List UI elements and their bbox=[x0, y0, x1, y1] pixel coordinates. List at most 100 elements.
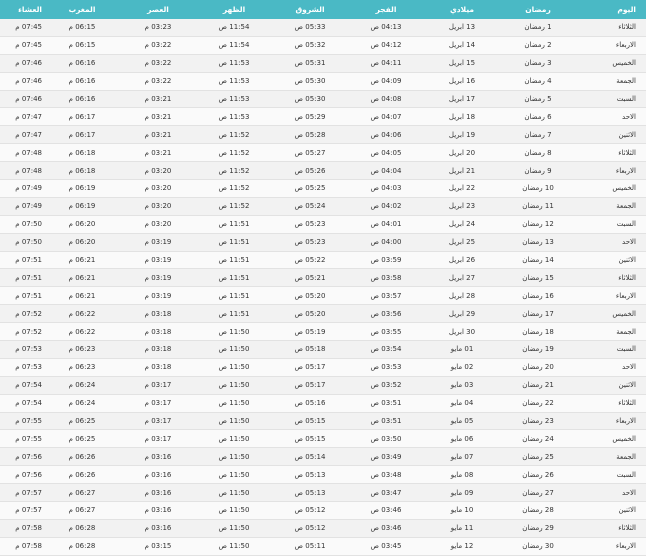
cell-fajr: 03:52 ص bbox=[370, 381, 402, 390]
cell-maghrib: 06:16 م bbox=[68, 77, 96, 86]
cell-ramadan: 25 رمضان bbox=[522, 452, 554, 461]
cell-sunrise: 05:27 ص bbox=[294, 148, 326, 157]
cell-isha: 07:56 م bbox=[15, 470, 42, 479]
cell-sunrise: 05:17 ص bbox=[294, 381, 326, 390]
cell-gregorian: 10 مايو bbox=[450, 506, 474, 515]
table-row: الجمعة 4 رمضان 16 ابريل 04:09 ص 05:30 ص 11:53… bbox=[0, 72, 646, 91]
cell-asr: 03:20 م bbox=[144, 166, 172, 175]
cell-asr: 03:17 م bbox=[144, 434, 172, 443]
header-day: اليوم bbox=[617, 5, 636, 14]
cell-sunrise: 05:30 ص bbox=[294, 95, 326, 103]
cell-asr: 03:17 م bbox=[144, 399, 172, 408]
cell-asr: 03:21 م bbox=[144, 112, 172, 121]
cell-dhuhr: 11:53 ص bbox=[218, 112, 250, 121]
table-row: الاحد 27 رمضان 09 مايو 03:47 ص 05:13 ص 11:50 … bbox=[0, 484, 646, 503]
cell-day: الجمعة bbox=[616, 327, 636, 336]
cell-day: السبت bbox=[616, 220, 636, 229]
cell-sunrise: 05:17 ص bbox=[294, 363, 326, 372]
cell-isha: 07:53 م bbox=[15, 345, 42, 354]
cell-ramadan: 14 رمضان bbox=[522, 256, 554, 265]
cell-fajr: 04:02 ص bbox=[370, 202, 402, 211]
cell-maghrib: 06:21 م bbox=[68, 273, 96, 282]
cell-day: الاحد bbox=[622, 363, 636, 372]
cell-maghrib: 06:28 م bbox=[68, 542, 96, 551]
cell-maghrib: 06:28 م bbox=[68, 524, 96, 533]
cell-fajr: 04:01 ص bbox=[370, 220, 402, 229]
cell-gregorian: 19 ابريل bbox=[448, 130, 476, 139]
cell-sunrise: 05:31 ص bbox=[294, 59, 326, 68]
table-row: الاحد 13 رمضان 25 ابريل 04:00 ص 05:23 ص 11:51… bbox=[0, 233, 646, 252]
cell-maghrib: 06:23 م bbox=[68, 363, 96, 372]
cell-ramadan: 29 رمضان bbox=[522, 524, 554, 533]
header-sunrise: الشروق bbox=[295, 5, 325, 14]
cell-maghrib: 06:17 م bbox=[68, 130, 96, 139]
cell-ramadan: 30 رمضان bbox=[522, 542, 554, 551]
cell-sunrise: 05:11 ص bbox=[294, 542, 326, 551]
cell-gregorian: 05 مايو bbox=[450, 417, 474, 426]
cell-dhuhr: 11:50 ص bbox=[218, 470, 250, 479]
cell-gregorian: 22 ابريل bbox=[448, 184, 476, 193]
cell-asr: 03:18 م bbox=[144, 363, 172, 372]
cell-maghrib: 06:17 م bbox=[68, 112, 96, 121]
table-row: الثلاثاء 29 رمضان 11 مايو 03:46 ص 05:12 ص 11:… bbox=[0, 519, 646, 538]
table-row: الجمعة 18 رمضان 30 ابريل 03:55 ص 05:19 ص 11:5… bbox=[0, 323, 646, 342]
cell-maghrib: 06:24 م bbox=[68, 381, 96, 390]
cell-isha: 07:51 م bbox=[15, 256, 42, 265]
cell-gregorian: 11 مايو bbox=[450, 524, 474, 533]
cell-maghrib: 06:21 م bbox=[68, 291, 96, 300]
cell-isha: 07:55 م bbox=[15, 434, 42, 443]
table-row: السبت 5 رمضان 17 ابريل 04:08 ص 05:30 ص 11:53 … bbox=[0, 90, 646, 109]
cell-gregorian: 30 ابريل bbox=[448, 327, 476, 336]
cell-asr: 03:22 م bbox=[144, 59, 172, 68]
table-row: الخميس 10 رمضان 22 ابريل 04:03 ص 05:25 ص 11:5… bbox=[0, 180, 646, 198]
cell-fajr: 04:00 ص bbox=[370, 238, 402, 247]
cell-dhuhr: 11:51 ص bbox=[218, 309, 250, 318]
cell-day: الاربعاء bbox=[615, 41, 636, 50]
cell-maghrib: 06:22 م bbox=[68, 327, 96, 336]
table-row: الجمعة 25 رمضان 07 مايو 03:49 ص 05:14 ص 11:50… bbox=[0, 448, 646, 467]
cell-fajr: 03:48 ص bbox=[370, 470, 402, 479]
cell-sunrise: 05:14 ص bbox=[294, 452, 326, 461]
cell-isha: 07:51 م bbox=[15, 291, 42, 300]
cell-fajr: 04:13 ص bbox=[370, 23, 402, 32]
header-gregorian: ميلادي bbox=[449, 5, 475, 14]
cell-day: الاحد bbox=[622, 112, 636, 121]
cell-asr: 03:16 م bbox=[144, 506, 172, 515]
table-row: السبت 26 رمضان 08 مايو 03:48 ص 05:13 ص 11:50 … bbox=[0, 466, 646, 485]
cell-sunrise: 05:20 ص bbox=[294, 291, 326, 300]
cell-dhuhr: 11:50 ص bbox=[218, 524, 250, 533]
table-row: الاربعاء 9 رمضان 21 ابريل 04:04 ص 05:26 ص 11:… bbox=[0, 162, 646, 181]
cell-gregorian: 14 ابريل bbox=[448, 41, 476, 50]
cell-gregorian: 27 ابريل bbox=[448, 273, 476, 282]
cell-day: الاحد bbox=[622, 238, 636, 247]
cell-ramadan: 11 رمضان bbox=[522, 202, 554, 211]
table-row: الاربعاء 23 رمضان 05 مايو 03:51 ص 05:15 ص 11:… bbox=[0, 412, 646, 431]
cell-ramadan: 24 رمضان bbox=[522, 434, 554, 443]
cell-sunrise: 05:33 ص bbox=[294, 23, 326, 32]
cell-day: الخميس bbox=[612, 309, 636, 318]
cell-isha: 07:49 م bbox=[15, 202, 42, 211]
cell-ramadan: 15 رمضان bbox=[522, 273, 554, 282]
cell-isha: 07:58 م bbox=[15, 524, 42, 533]
cell-asr: 03:18 م bbox=[144, 309, 172, 318]
cell-gregorian: 18 ابريل bbox=[448, 112, 476, 121]
cell-fajr: 03:50 ص bbox=[370, 434, 402, 443]
cell-gregorian: 03 مايو bbox=[450, 381, 474, 390]
cell-ramadan: 10 رمضان bbox=[522, 184, 554, 193]
cell-gregorian: 07 مايو bbox=[450, 452, 474, 461]
cell-sunrise: 05:32 ص bbox=[294, 41, 326, 50]
cell-asr: 03:16 م bbox=[144, 488, 172, 497]
cell-ramadan: 23 رمضان bbox=[522, 417, 554, 426]
cell-asr: 03:22 م bbox=[144, 77, 172, 86]
cell-day: الاثنين bbox=[618, 130, 636, 139]
cell-maghrib: 06:25 م bbox=[68, 434, 96, 443]
cell-dhuhr: 11:50 ص bbox=[218, 452, 250, 461]
cell-day: الجمعة bbox=[616, 202, 636, 211]
cell-gregorian: 17 ابريل bbox=[448, 95, 476, 103]
cell-dhuhr: 11:51 ص bbox=[218, 238, 250, 247]
cell-fajr: 03:47 ص bbox=[370, 488, 402, 497]
cell-fajr: 03:46 ص bbox=[370, 524, 402, 533]
table-row: الاربعاء 16 رمضان 28 ابريل 03:57 ص 05:20 ص 11… bbox=[0, 287, 646, 306]
cell-gregorian: 02 مايو bbox=[450, 363, 474, 372]
cell-gregorian: 16 ابريل bbox=[448, 77, 476, 86]
